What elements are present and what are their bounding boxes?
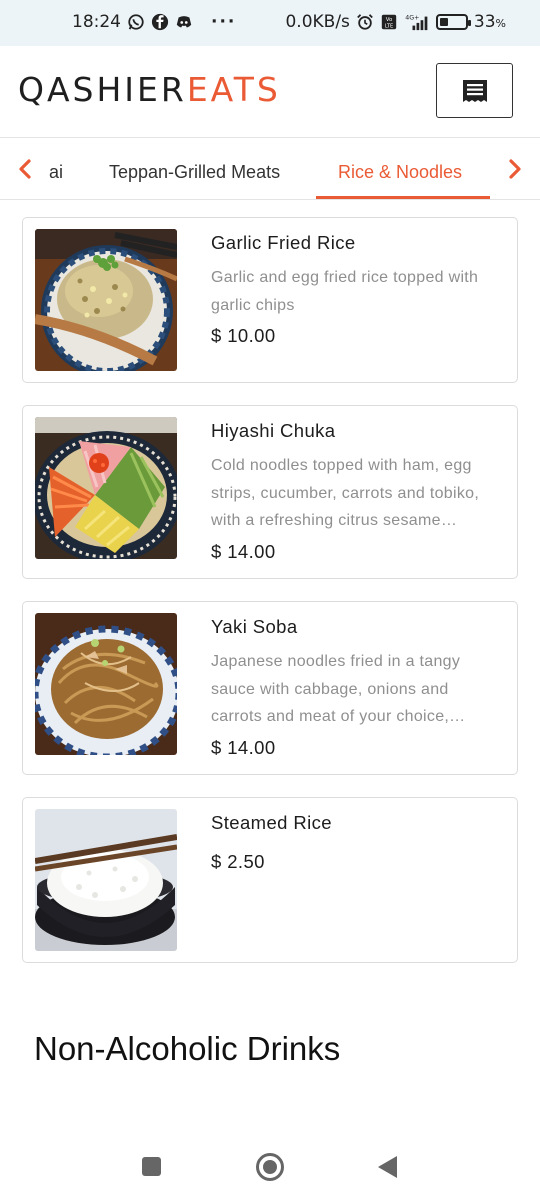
signal-4g-icon: 4G+ [405,14,428,31]
tab-next-arrow-icon[interactable] [504,158,526,180]
category-tabs: ai Teppan-Grilled Meats Rice & Noodles [0,138,540,200]
volte-icon: Vo LTE [381,14,397,29]
battery-icon [435,14,471,30]
status-bar: 18:24 ··· 0.0KB/s Vo LTE 4G+ 33% [0,0,540,46]
alarm-icon [357,14,373,30]
item-description-line: Garlic and egg fried rice topped with [211,269,479,286]
item-description-line: garlic chips [211,296,295,314]
steamed-rice-image [35,809,177,951]
hiyashi-chuka-image [35,417,177,559]
menu-item-card[interactable]: Garlic Fried Rice Garlic and egg fried r… [22,217,518,383]
item-name: Garlic Fried Rice [211,232,356,253]
svg-text:Vo: Vo [386,17,393,23]
net-speed: 0.0KB/s [285,12,350,32]
status-left: 18:24 ··· [72,12,236,32]
item-name: Yaki Soba [211,616,298,637]
facebook-icon [151,13,169,31]
menu-button[interactable] [436,63,513,118]
item-description: Japanese noodles fried in a tangy sauce … [211,648,507,731]
battery-percent: 33% [474,12,506,32]
system-nav-bar [0,1130,540,1200]
tab-teppan-grilled-meats[interactable]: Teppan-Grilled Meats [109,162,280,183]
menu-item-card[interactable]: Yaki Soba Japanese noodles fried in a ta… [22,601,518,775]
item-price: $ 10.00 [211,325,276,346]
item-price: $ 14.00 [211,737,276,758]
item-name: Hiyashi Chuka [211,420,336,441]
home-icon[interactable] [256,1153,284,1181]
menu-item-card[interactable]: Hiyashi Chuka Cold noodles topped with h… [22,405,518,579]
logo-part-2: EATS [186,70,281,109]
clock: 18:24 [72,12,121,32]
item-description: Garlic and egg fried rice topped with ga… [211,264,507,319]
tab-ai[interactable]: ai [49,162,63,183]
discord-icon [176,16,192,28]
svg-text:LTE: LTE [385,23,393,29]
battery-percent-unit: % [495,17,506,30]
item-description-line: carrots and meat of your choice,… [211,708,466,725]
brand-logo[interactable]: QASHIEREATS [18,70,281,109]
item-description-line: strips, cucumber, carrots and tobiko, [211,484,480,502]
receipt-icon [462,79,487,102]
recent-apps-icon[interactable] [142,1157,161,1176]
active-tab-indicator [316,196,490,199]
item-description-line: with a refreshing citrus sesame… [211,512,458,529]
status-right: 0.0KB/s Vo LTE 4G+ 33% [285,12,506,32]
battery-fill [439,18,448,26]
whatsapp-icon [128,14,144,30]
item-description-line: Japanese noodles fried in a tangy [211,653,461,670]
logo-part-1: QASHIER [18,70,187,109]
tab-rice-and-noodles[interactable]: Rice & Noodles [338,162,462,183]
more-notifications-icon: ··· [211,12,237,32]
garlic-fried-rice-image [35,229,177,371]
item-name: Steamed Rice [211,812,332,833]
tab-prev-arrow-icon[interactable] [14,158,36,180]
item-price: $ 2.50 [211,851,265,872]
back-icon[interactable] [378,1156,397,1178]
app-header: QASHIEREATS [0,46,540,138]
item-description-line: sauce with cabbage, onions and [211,680,449,698]
item-description: Cold noodles topped with ham, egg strips… [211,452,507,535]
menu-item-card[interactable]: Steamed Rice $ 2.50 [22,797,518,963]
item-description-line: Cold noodles topped with ham, egg [211,457,472,474]
item-price: $ 14.00 [211,541,276,562]
yaki-soba-image [35,613,177,755]
battery-percent-value: 33 [473,12,496,32]
svg-text:4G+: 4G+ [405,14,419,21]
section-title: Non-Alcoholic Drinks [34,1030,341,1067]
